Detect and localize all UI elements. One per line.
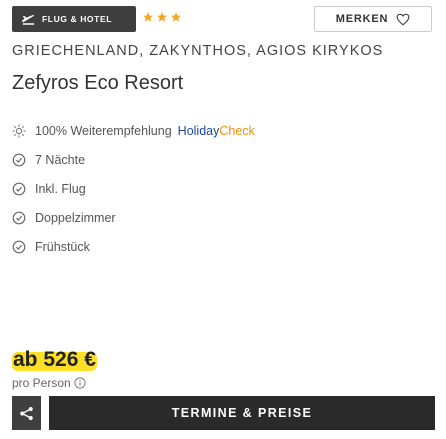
feature-item: Doppelzimmer (12, 211, 116, 225)
flug-hotel-badge: FLUG & HOTEL (12, 6, 136, 32)
star-icon (171, 12, 181, 22)
heart-outline-icon (396, 13, 410, 25)
price-block: ab 526 € (12, 348, 97, 372)
recommendation-row: 100% Weiterempfehlung HolidayCheck (12, 124, 255, 138)
feature-item: Frühstück (12, 240, 90, 254)
check-circle-icon (12, 153, 26, 167)
feature-item: Inkl. Flug (12, 182, 86, 196)
merken-label: MERKEN (335, 13, 389, 25)
termine-preise-button[interactable]: TERMINE & PREISE (49, 396, 435, 430)
check-circle-icon (12, 240, 26, 254)
share-button[interactable] (12, 396, 41, 430)
hotel-name[interactable]: Zefyros Eco Resort (12, 72, 183, 95)
feature-label: Inkl. Flug (35, 182, 86, 196)
top-bar: FLUG & HOTEL MERKEN (12, 6, 432, 32)
per-person-label: pro Person (12, 376, 71, 390)
per-person-row: pro Person (12, 376, 86, 390)
feature-item: 7 Nächte (12, 153, 85, 167)
badge-label: FLUG & HOTEL (42, 14, 112, 24)
feature-label: Frühstück (35, 240, 90, 254)
price: ab 526 € (12, 348, 97, 372)
info-icon[interactable] (74, 377, 86, 389)
sun-icon (12, 124, 26, 138)
star-icon (157, 12, 167, 22)
location-breadcrumb: GRIECHENLAND, ZAKYNTHOS, AGIOS KIRYKOS (12, 43, 384, 59)
airplane-hotel-icon (21, 12, 36, 27)
check-circle-icon (12, 211, 26, 225)
price-value: ab 526 € (13, 348, 96, 371)
holidaycheck-logo: HolidayCheck (177, 124, 255, 138)
star-rating (142, 11, 182, 27)
star-icon (143, 12, 153, 22)
check-circle-icon (12, 182, 26, 196)
merken-button[interactable]: MERKEN (314, 6, 432, 32)
feature-label: 7 Nächte (35, 153, 86, 167)
recommendation-text: 100% Weiterempfehlung (35, 124, 172, 138)
feature-label: Doppelzimmer (35, 211, 116, 225)
share-icon (20, 406, 33, 420)
